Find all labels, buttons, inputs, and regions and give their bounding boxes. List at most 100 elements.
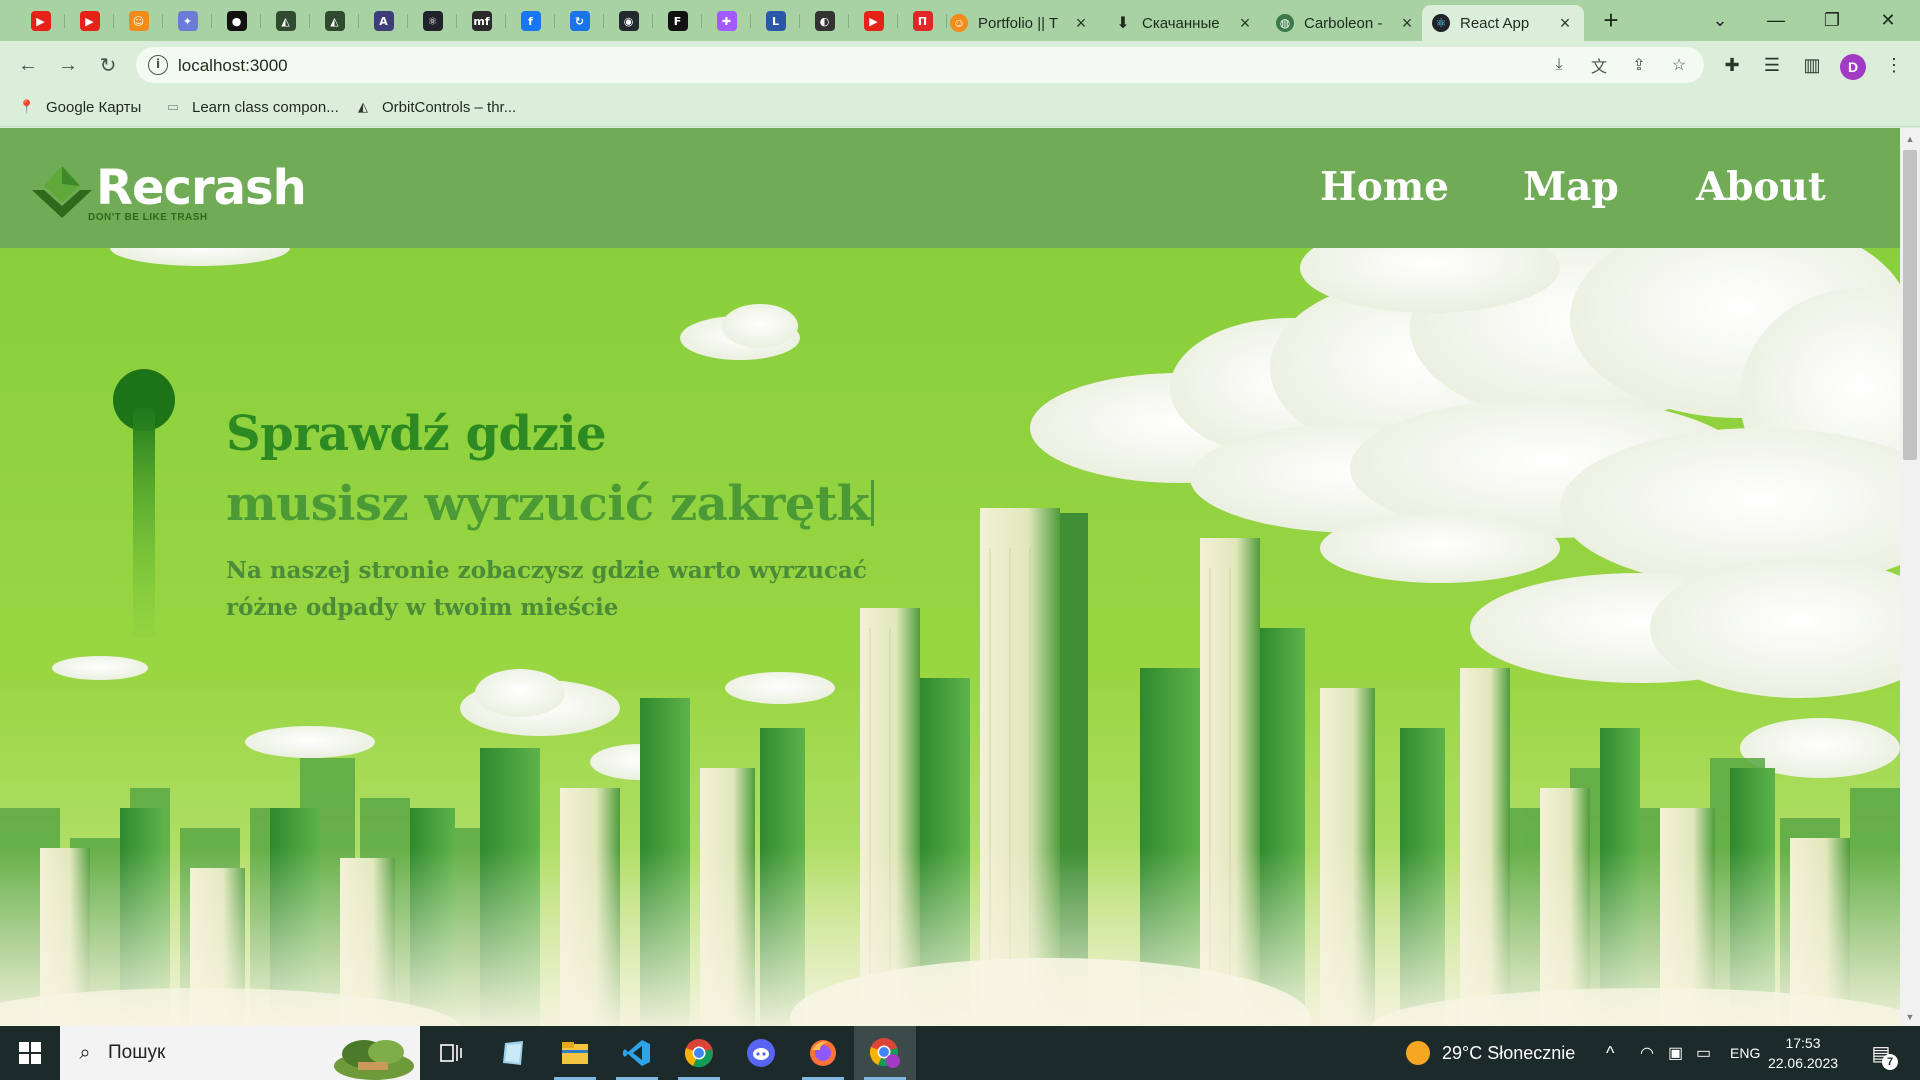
react-icon: ⚛ [422,11,443,31]
weather-text: 29°C Słonecznie [1442,1042,1576,1063]
install-app-icon[interactable]: ⤓ [1548,54,1570,76]
bookmarks-bar: 📍 Google Карты ▭ Learn class compon... ◭… [0,89,1920,127]
mf-pinned-tab[interactable]: mf [457,6,506,36]
globe-pinned-tab[interactable]: ◐ [800,6,849,36]
screen: ▶ ▶ ☺ ✦ ● ◭ ◭ A ⚛ mf f ↻ ◉ F ✚ L ◐ ▶ П ☺ Portfolio || T × … [0,0,1920,1080]
page-icon: ▭ [166,99,180,114]
close-icon[interactable]: × [1072,13,1090,33]
restore-button[interactable]: ❐ [1804,0,1860,41]
battery-icon[interactable]: ▭ [1696,1026,1711,1080]
triangle-pinned-tab-2[interactable]: ◭ [310,6,359,36]
chrome-icon[interactable] [668,1026,730,1080]
bookmark-star-icon[interactable]: ☆ [1668,54,1690,76]
figma-pinned-tab[interactable]: ✚ [702,6,751,36]
scroll-thumb[interactable] [1903,150,1917,460]
tab-react-app[interactable]: ⚛ React App × [1422,5,1584,41]
trello-pinned-tab[interactable]: L [751,6,800,36]
bookmark-google-maps[interactable]: 📍 Google Карты [18,98,141,116]
media-queue-icon[interactable]: ☰ [1760,53,1784,77]
translate-icon[interactable]: 文 [1588,54,1610,76]
purple-logo-pinned-tab[interactable]: A [359,6,408,36]
chrome-profile-icon[interactable] [854,1026,916,1080]
language-indicator[interactable]: ENG [1730,1026,1760,1080]
bookmark-learn-class[interactable]: ▭ Learn class compon... [164,98,339,116]
windows-logo-icon [19,1042,41,1064]
minimize-button[interactable]: — [1748,0,1804,41]
youtube-pinned-tab[interactable]: ▶ [16,6,65,36]
windows-taskbar: ⌕ Пошук 29°C Słonecznie ^ ◠ ▣ ▭ ENG 17:5… [0,1026,1920,1080]
discord-icon[interactable] [730,1026,792,1080]
triangle-2-icon: ◭ [324,11,345,31]
tray-overflow-chevron-icon[interactable]: ^ [1606,1026,1614,1080]
close-icon[interactable]: × [1556,13,1574,33]
clock-time: 17:53 [1785,1035,1821,1051]
react-pinned-tab[interactable]: ⚛ [408,6,457,36]
reload-icon[interactable]: ↻ [94,51,122,79]
page-scrollbar[interactable]: ▲ ▼ [1900,128,1920,1026]
hero-city-illustration [0,248,1900,1026]
notifications-icon[interactable]: ▤ 7 [1866,1038,1898,1070]
tab-downloads[interactable]: ⬇ Скачанные × [1104,5,1264,41]
forward-arrow-icon[interactable]: → [54,51,82,79]
nav-home[interactable]: Home [1320,164,1449,210]
refresh-logo-pinned-tab[interactable]: ↻ [555,6,604,36]
purple-logo-icon: A [373,11,394,31]
youtube-pinned-tab-3[interactable]: ▶ [849,6,898,36]
new-tab-button[interactable]: + [1598,7,1624,34]
taskbar-search-box[interactable]: ⌕ Пошук [60,1026,420,1080]
map-pin-icon: 📍 [18,99,36,114]
profile-avatar[interactable]: D [1840,54,1866,80]
scroll-down-arrow-icon[interactable]: ▼ [1905,1012,1915,1022]
react-icon: ⚛ [1432,14,1450,32]
url-text[interactable]: localhost:3000 [178,56,288,76]
menu-kebab-icon[interactable]: ⋮ [1882,53,1906,77]
extensions-puzzle-icon[interactable]: ✚ [1720,53,1744,77]
close-icon[interactable]: × [1236,13,1254,33]
framer-icon: F [667,11,688,31]
window-close-button[interactable]: ✕ [1860,0,1916,41]
nav-map[interactable]: Map [1523,164,1619,210]
browser-toolbar: ← → ↻ i localhost:3000 ⤓ 文 ⇪ ☆ ✚ ☰ ▥ D ⋮ [0,41,1920,89]
browser-tab-strip: ▶ ▶ ☺ ✦ ● ◭ ◭ A ⚛ mf f ↻ ◉ F ✚ L ◐ ▶ П ☺ Portfolio || T × … [0,0,1920,41]
github-pinned-tab[interactable]: ◉ [604,6,653,36]
mf-icon: mf [471,11,492,31]
triangle-pinned-tab[interactable]: ◭ [261,6,310,36]
pinned-tabs: ▶ ▶ ☺ ✦ ● ◭ ◭ A ⚛ mf f ↻ ◉ F ✚ L ◐ ▶ П [16,6,947,36]
refresh-logo-icon: ↻ [569,11,590,31]
ok-pinned-tab[interactable]: ☺ [114,6,163,36]
vscode-icon[interactable] [606,1026,668,1080]
tab-portfolio[interactable]: ☺ Portfolio || T × [940,5,1100,41]
web-page: Recrash DON'T BE LIKE TRASH Home Map Abo… [0,128,1900,1026]
youtube-pinned-tab-2[interactable]: ▶ [65,6,114,36]
side-panel-icon[interactable]: ▥ [1800,53,1824,77]
close-icon[interactable]: × [1398,13,1416,33]
weather-widget[interactable]: 29°C Słonecznie [1406,1026,1575,1080]
bookmark-orbit-controls[interactable]: ◭ OrbitControls – thr... [354,98,516,116]
hero-subtitle: Na naszej stronie zobaczysz gdzie warto … [226,557,867,621]
typing-caret [871,480,875,526]
black-circle-pinned-tab[interactable]: ● [212,6,261,36]
back-arrow-icon[interactable]: ← [14,51,42,79]
search-placeholder: Пошук [108,1042,166,1063]
firefox-icon[interactable] [792,1026,854,1080]
youtube-icon: ▶ [30,11,51,31]
start-button[interactable] [0,1026,60,1080]
logo-tagline: DON'T BE LIKE TRASH [88,212,208,223]
address-bar[interactable]: i localhost:3000 ⤓ 文 ⇪ ☆ [136,47,1704,83]
site-info-icon[interactable]: i [148,55,168,75]
tab-search-icon[interactable]: ⌄ [1692,0,1748,41]
network-icon[interactable]: ◠ [1640,1026,1654,1080]
scroll-up-arrow-icon[interactable]: ▲ [1905,134,1915,144]
facebook-pinned-tab[interactable]: f [506,6,555,36]
nav-about[interactable]: About [1696,164,1826,210]
share-icon[interactable]: ⇪ [1628,54,1650,76]
framer-pinned-tab[interactable]: F [653,6,702,36]
display-icon[interactable]: ▣ [1668,1026,1683,1080]
file-explorer-icon[interactable] [544,1026,606,1080]
colorful-pinned-tab[interactable]: ✦ [163,6,212,36]
tab-carboleon[interactable]: ◍ Carboleon - × [1266,5,1426,41]
clock[interactable]: 17:53 22.06.2023 [1758,1033,1848,1073]
notepad-app-icon[interactable] [482,1026,544,1080]
logo[interactable]: Recrash DON'T BE LIKE TRASH [26,156,326,226]
task-view-icon[interactable] [420,1026,482,1080]
